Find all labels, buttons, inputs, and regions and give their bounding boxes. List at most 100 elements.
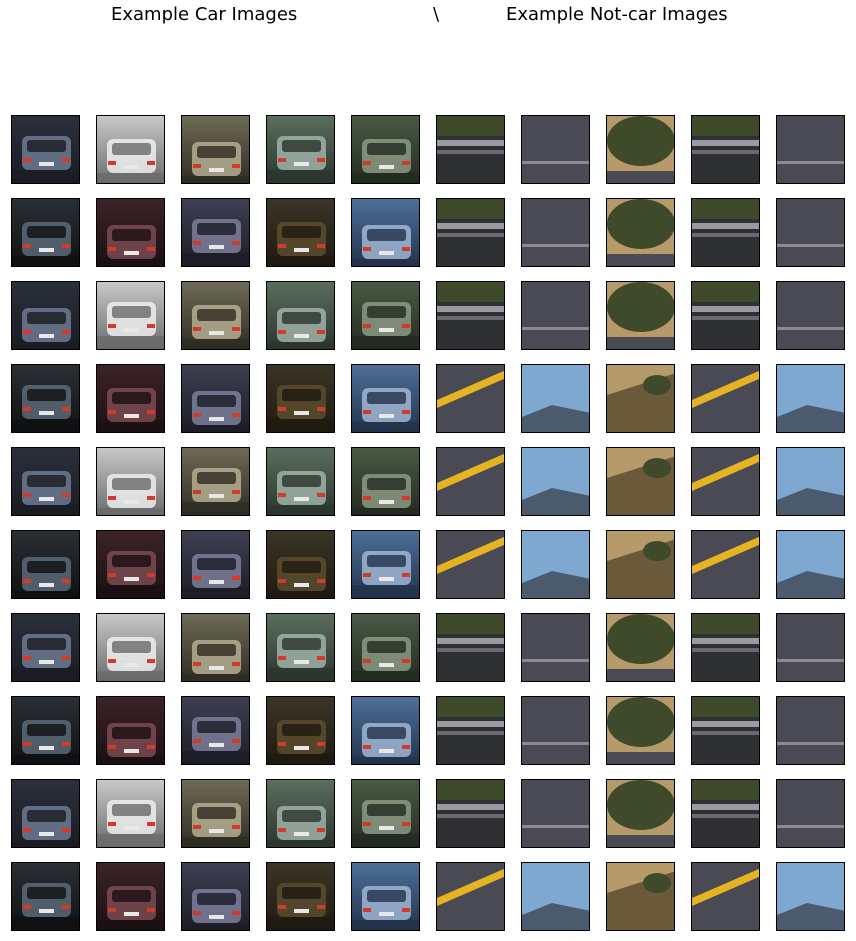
car-image-thumbnail	[11, 696, 80, 765]
notcar-image-thumbnail	[606, 198, 675, 267]
notcar-image-thumbnail	[521, 613, 590, 682]
notcar-image-thumbnail	[776, 364, 845, 433]
car-image-thumbnail	[96, 447, 165, 516]
car-image-thumbnail	[181, 696, 250, 765]
notcar-image-thumbnail	[691, 281, 760, 350]
car-image-thumbnail	[266, 364, 335, 433]
notcar-image-thumbnail	[776, 115, 845, 184]
car-image-thumbnail	[266, 696, 335, 765]
car-image-thumbnail	[351, 530, 420, 599]
car-image-thumbnail	[266, 198, 335, 267]
car-image-thumbnail	[181, 447, 250, 516]
notcar-image-thumbnail	[436, 198, 505, 267]
car-image-thumbnail	[181, 862, 250, 931]
car-image-thumbnail	[266, 530, 335, 599]
notcar-image-thumbnail	[606, 613, 675, 682]
car-image-thumbnail	[96, 530, 165, 599]
notcar-image-thumbnail	[776, 779, 845, 848]
notcar-image-thumbnail	[521, 779, 590, 848]
notcar-image-thumbnail	[691, 447, 760, 516]
notcar-image-thumbnail	[776, 613, 845, 682]
car-image-thumbnail	[96, 364, 165, 433]
car-image-thumbnail	[181, 198, 250, 267]
notcar-image-thumbnail	[436, 530, 505, 599]
notcar-image-thumbnail	[691, 696, 760, 765]
notcar-image-thumbnail	[521, 281, 590, 350]
notcar-image-thumbnail	[606, 364, 675, 433]
notcar-image-thumbnail	[436, 779, 505, 848]
notcar-image-thumbnail	[606, 862, 675, 931]
car-image-thumbnail	[351, 862, 420, 931]
notcar-image-thumbnail	[691, 364, 760, 433]
car-image-thumbnail	[181, 115, 250, 184]
car-image-thumbnail	[11, 115, 80, 184]
notcar-image-thumbnail	[691, 862, 760, 931]
notcar-image-thumbnail	[776, 696, 845, 765]
car-image-thumbnail	[266, 115, 335, 184]
car-image-thumbnail	[351, 696, 420, 765]
title-separator: \	[433, 4, 440, 25]
car-image-thumbnail	[266, 779, 335, 848]
notcar-image-thumbnail	[436, 862, 505, 931]
notcar-image-thumbnail	[776, 198, 845, 267]
notcar-image-thumbnail	[776, 447, 845, 516]
notcar-image-thumbnail	[436, 613, 505, 682]
car-image-thumbnail	[266, 613, 335, 682]
notcar-image-thumbnail	[606, 696, 675, 765]
car-image-thumbnail	[11, 862, 80, 931]
car-image-thumbnail	[351, 447, 420, 516]
car-image-thumbnail	[351, 613, 420, 682]
notcar-images-title: Example Not-car Images	[506, 4, 728, 25]
notcar-image-thumbnail	[776, 530, 845, 599]
notcar-image-thumbnail	[691, 779, 760, 848]
car-image-thumbnail	[96, 862, 165, 931]
car-image-thumbnail	[11, 364, 80, 433]
car-image-thumbnail	[351, 198, 420, 267]
car-image-thumbnail	[181, 281, 250, 350]
figure-title: Example Car Images \ Example Not-car Ima…	[0, 4, 856, 28]
car-image-thumbnail	[11, 779, 80, 848]
car-image-thumbnail	[181, 364, 250, 433]
car-image-thumbnail	[96, 613, 165, 682]
notcar-image-thumbnail	[521, 364, 590, 433]
notcar-image-thumbnail	[436, 364, 505, 433]
notcar-image-thumbnail	[691, 115, 760, 184]
car-image-thumbnail	[266, 862, 335, 931]
car-image-thumbnail	[181, 530, 250, 599]
notcar-image-thumbnail	[691, 613, 760, 682]
car-image-thumbnail	[351, 364, 420, 433]
notcar-image-thumbnail	[436, 447, 505, 516]
notcar-image-thumbnail	[776, 281, 845, 350]
car-image-thumbnail	[351, 115, 420, 184]
notcar-image-thumbnail	[521, 447, 590, 516]
notcar-image-thumbnail	[606, 281, 675, 350]
car-image-thumbnail	[181, 779, 250, 848]
car-image-thumbnail	[266, 281, 335, 350]
car-image-thumbnail	[181, 613, 250, 682]
notcar-image-thumbnail	[776, 862, 845, 931]
car-image-thumbnail	[266, 447, 335, 516]
car-image-thumbnail	[96, 115, 165, 184]
notcar-image-thumbnail	[606, 779, 675, 848]
notcar-image-thumbnail	[606, 447, 675, 516]
notcar-image-thumbnail	[606, 115, 675, 184]
notcar-image-thumbnail	[521, 696, 590, 765]
notcar-image-thumbnail	[521, 115, 590, 184]
car-image-thumbnail	[11, 281, 80, 350]
car-image-thumbnail	[11, 613, 80, 682]
notcar-image-thumbnail	[521, 530, 590, 599]
notcar-image-thumbnail	[436, 115, 505, 184]
notcar-image-thumbnail	[521, 198, 590, 267]
car-image-thumbnail	[96, 779, 165, 848]
notcar-image-thumbnail	[521, 862, 590, 931]
notcar-image-thumbnail	[436, 281, 505, 350]
notcar-image-thumbnail	[606, 530, 675, 599]
car-image-thumbnail	[96, 198, 165, 267]
car-image-thumbnail	[96, 696, 165, 765]
notcar-image-thumbnail	[691, 530, 760, 599]
car-images-title: Example Car Images	[111, 4, 298, 25]
notcar-image-thumbnail	[436, 696, 505, 765]
car-image-thumbnail	[11, 198, 80, 267]
car-image-thumbnail	[96, 281, 165, 350]
car-image-thumbnail	[351, 281, 420, 350]
